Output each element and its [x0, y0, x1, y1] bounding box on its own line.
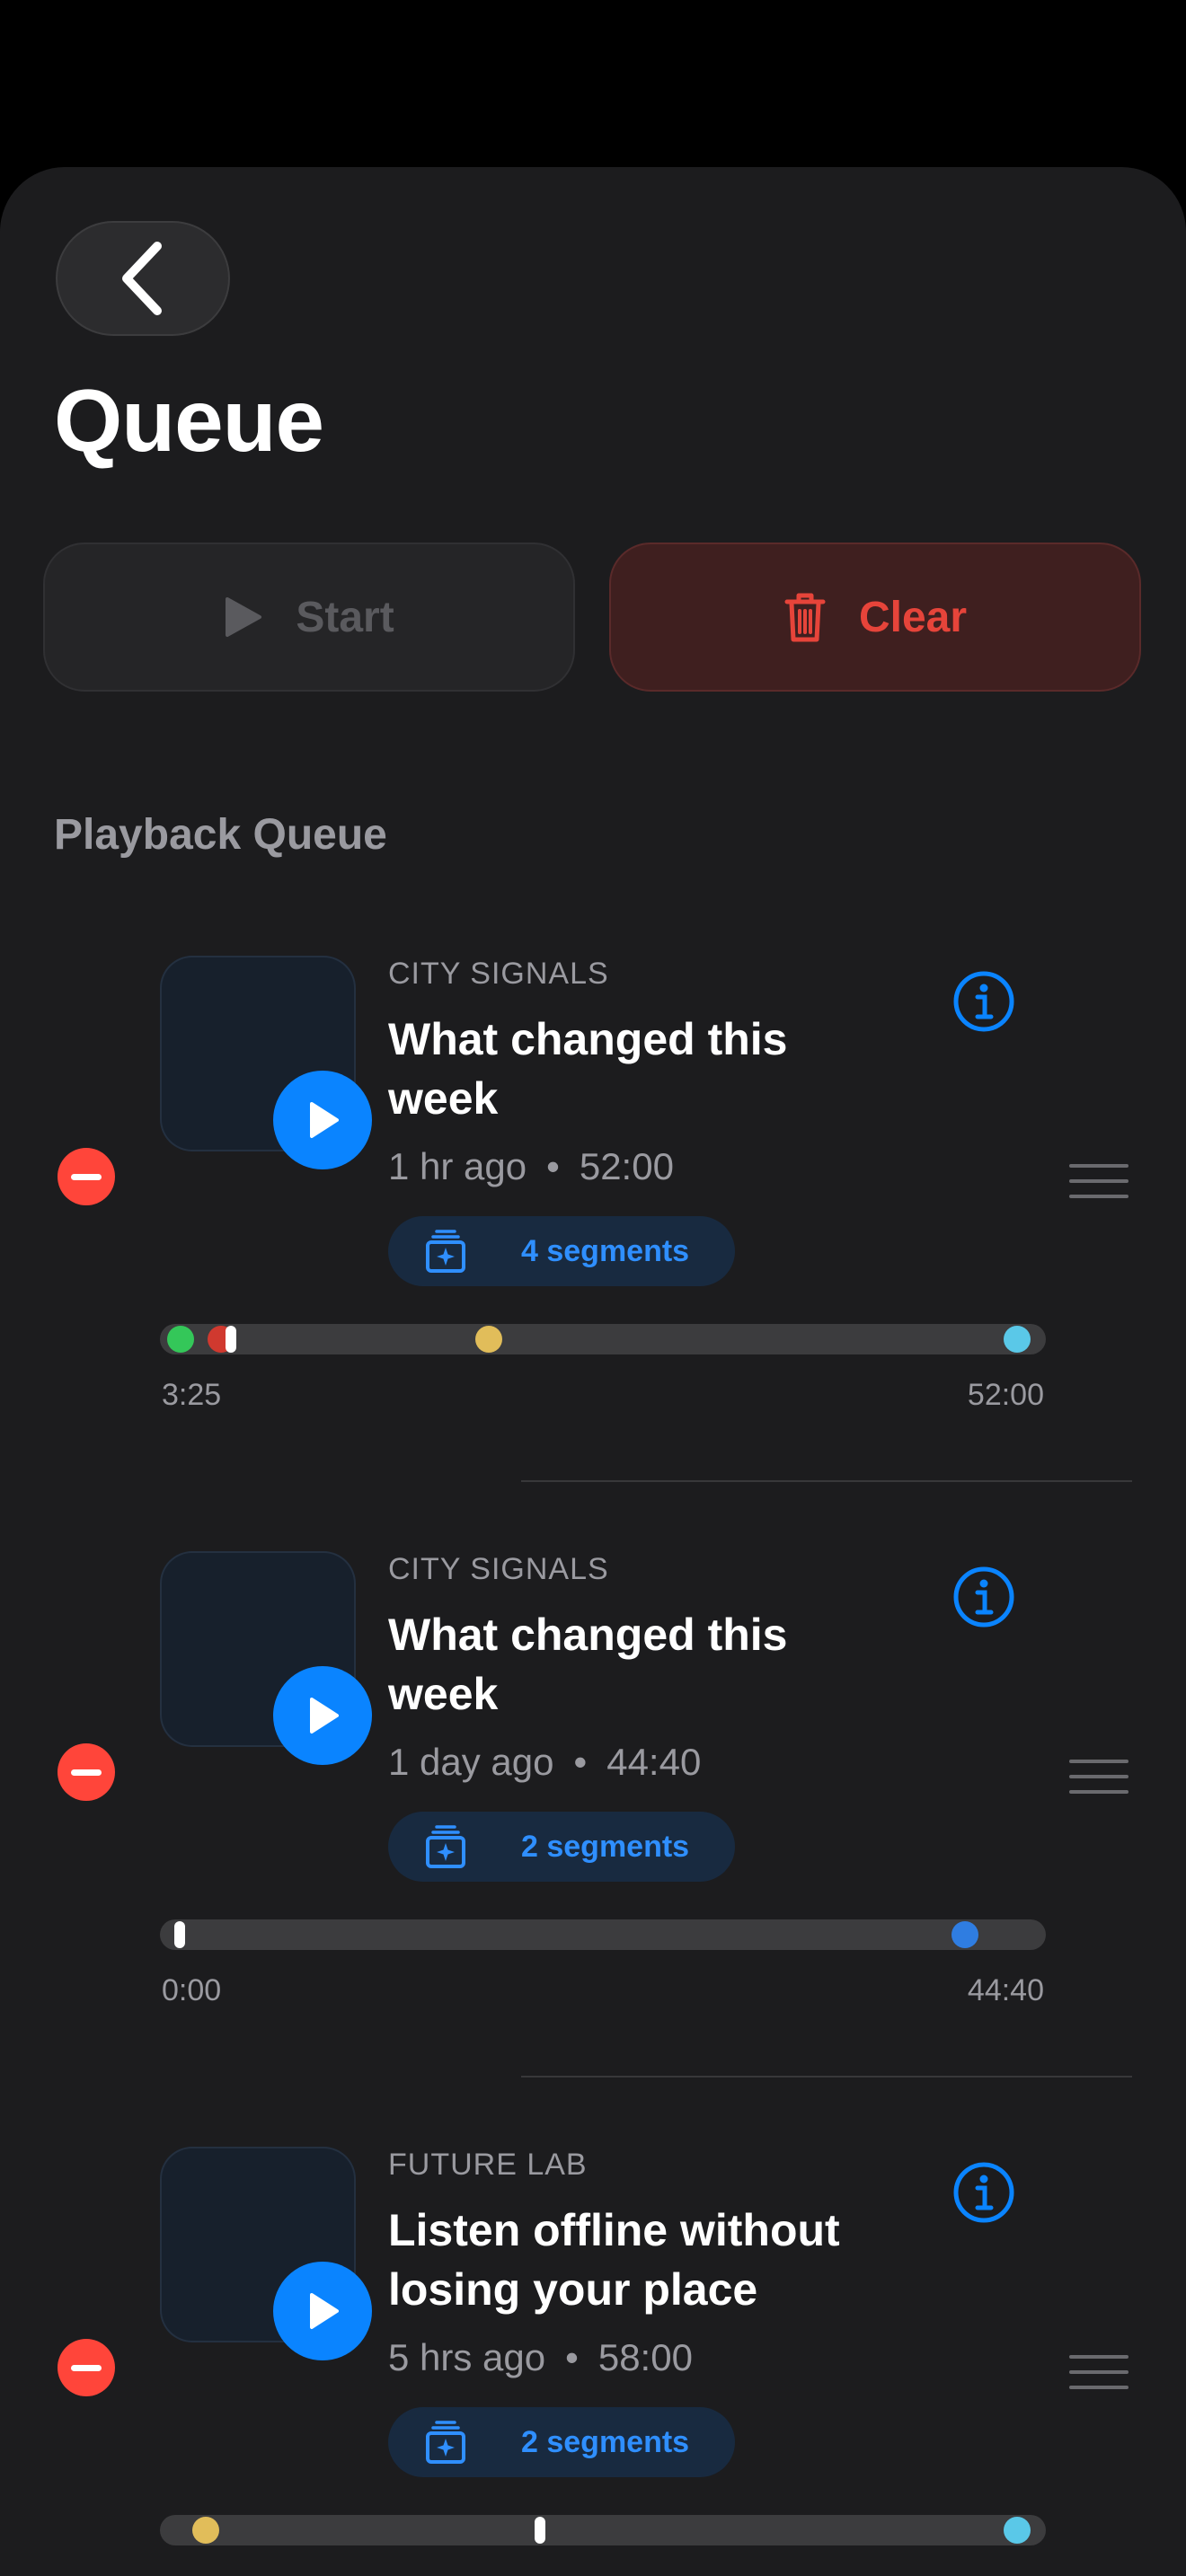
remove-button[interactable] [58, 2339, 115, 2396]
info-button[interactable] [952, 1566, 1015, 1628]
info-button[interactable] [952, 2161, 1015, 2224]
info-icon [953, 2162, 1014, 2223]
show-name: CITY SIGNALS [388, 957, 609, 991]
total-time: 52:00 [967, 1378, 1044, 1412]
page-title: Queue [54, 371, 324, 470]
play-icon [310, 1698, 339, 1734]
playhead-marker[interactable] [225, 1326, 236, 1353]
segments-icon [424, 1825, 467, 1868]
episode-title: Listen offline without losing your place [388, 2205, 840, 2315]
segment-marker[interactable] [166, 1326, 194, 1353]
episode-age: 5 hrs ago [388, 2336, 546, 2378]
queue-item[interactable]: CITY SIGNALS What changed this week 1 hr… [0, 956, 1186, 1495]
episode-title: What changed this week [388, 1610, 788, 1719]
start-label: Start [296, 593, 394, 641]
playhead-marker[interactable] [173, 1921, 185, 1948]
elapsed-time: 0:00 [162, 1973, 222, 2007]
minus-icon [71, 1173, 102, 1180]
episode-meta: 5 hrs ago • 58:00 [388, 2335, 693, 2380]
segment-marker[interactable] [192, 2517, 220, 2544]
episode-duration: 58:00 [597, 2336, 693, 2378]
segments-icon [424, 1230, 467, 1273]
info-icon [953, 971, 1014, 1032]
meta-separator: • [573, 1741, 588, 1783]
clear-label: Clear [858, 593, 968, 641]
back-button[interactable] [56, 221, 230, 336]
chevron-left-icon [122, 242, 162, 315]
episode-meta: 1 day ago • 44:40 [388, 1740, 701, 1785]
playhead-marker[interactable] [535, 2517, 546, 2544]
reorder-handle-icon[interactable] [1069, 1760, 1128, 1794]
segment-marker[interactable] [1003, 1326, 1031, 1353]
progress-track[interactable] [160, 1324, 1046, 1354]
info-button[interactable] [952, 970, 1015, 1033]
show-name: FUTURE LAB [388, 2148, 588, 2182]
start-button[interactable]: Start [43, 543, 575, 692]
play-icon [226, 597, 262, 637]
section-label: Playback Queue [54, 811, 387, 859]
play-episode-button[interactable] [273, 1666, 372, 1765]
segments-chip[interactable]: 2 segments [388, 1812, 735, 1882]
episode-title: What changed this week [388, 1014, 788, 1124]
meta-separator: • [546, 1145, 560, 1187]
segments-label: 2 segments [521, 1829, 690, 1864]
info-icon [953, 1566, 1014, 1628]
segments-chip[interactable]: 2 segments [388, 2407, 735, 2477]
reorder-handle-icon[interactable] [1069, 1164, 1128, 1198]
segment-marker[interactable] [475, 1326, 503, 1353]
segment-marker[interactable] [951, 1921, 978, 1948]
trash-icon [784, 593, 826, 642]
meta-separator: • [565, 2336, 579, 2378]
progress-track[interactable] [160, 2515, 1046, 2545]
reorder-handle-icon[interactable] [1069, 2355, 1128, 2389]
play-icon [310, 1102, 339, 1138]
segments-chip[interactable]: 4 segments [388, 1216, 735, 1286]
queue-item[interactable]: CITY SIGNALS What changed this week 1 da… [0, 1551, 1186, 2090]
show-name: CITY SIGNALS [388, 1552, 609, 1586]
clear-button[interactable]: Clear [609, 543, 1141, 692]
segment-marker[interactable] [1003, 2517, 1031, 2544]
episode-duration: 52:00 [579, 1145, 674, 1187]
episode-duration: 44:40 [606, 1741, 702, 1783]
minus-icon [71, 2364, 102, 2371]
episode-age: 1 day ago [388, 1741, 554, 1783]
divider [521, 1480, 1132, 1482]
remove-button[interactable] [58, 1148, 115, 1205]
episode-meta: 1 hr ago • 52:00 [388, 1144, 674, 1189]
queue-item[interactable]: FUTURE LAB Listen offline without losing… [0, 2147, 1186, 2576]
divider [521, 2076, 1132, 2078]
segments-label: 4 segments [521, 1233, 690, 1268]
minus-icon [71, 1769, 102, 1776]
queue-sheet: Queue Start Clear Playback Queue CITY SI… [0, 167, 1186, 2576]
play-icon [310, 2293, 339, 2329]
elapsed-time: 3:25 [162, 1378, 222, 1412]
total-time: 44:40 [967, 1973, 1044, 2007]
segments-label: 2 segments [521, 2424, 690, 2459]
play-episode-button[interactable] [273, 2262, 372, 2360]
progress-track[interactable] [160, 1919, 1046, 1950]
remove-button[interactable] [58, 1743, 115, 1801]
play-episode-button[interactable] [273, 1071, 372, 1169]
segments-icon [424, 2421, 467, 2464]
episode-age: 1 hr ago [388, 1145, 527, 1187]
